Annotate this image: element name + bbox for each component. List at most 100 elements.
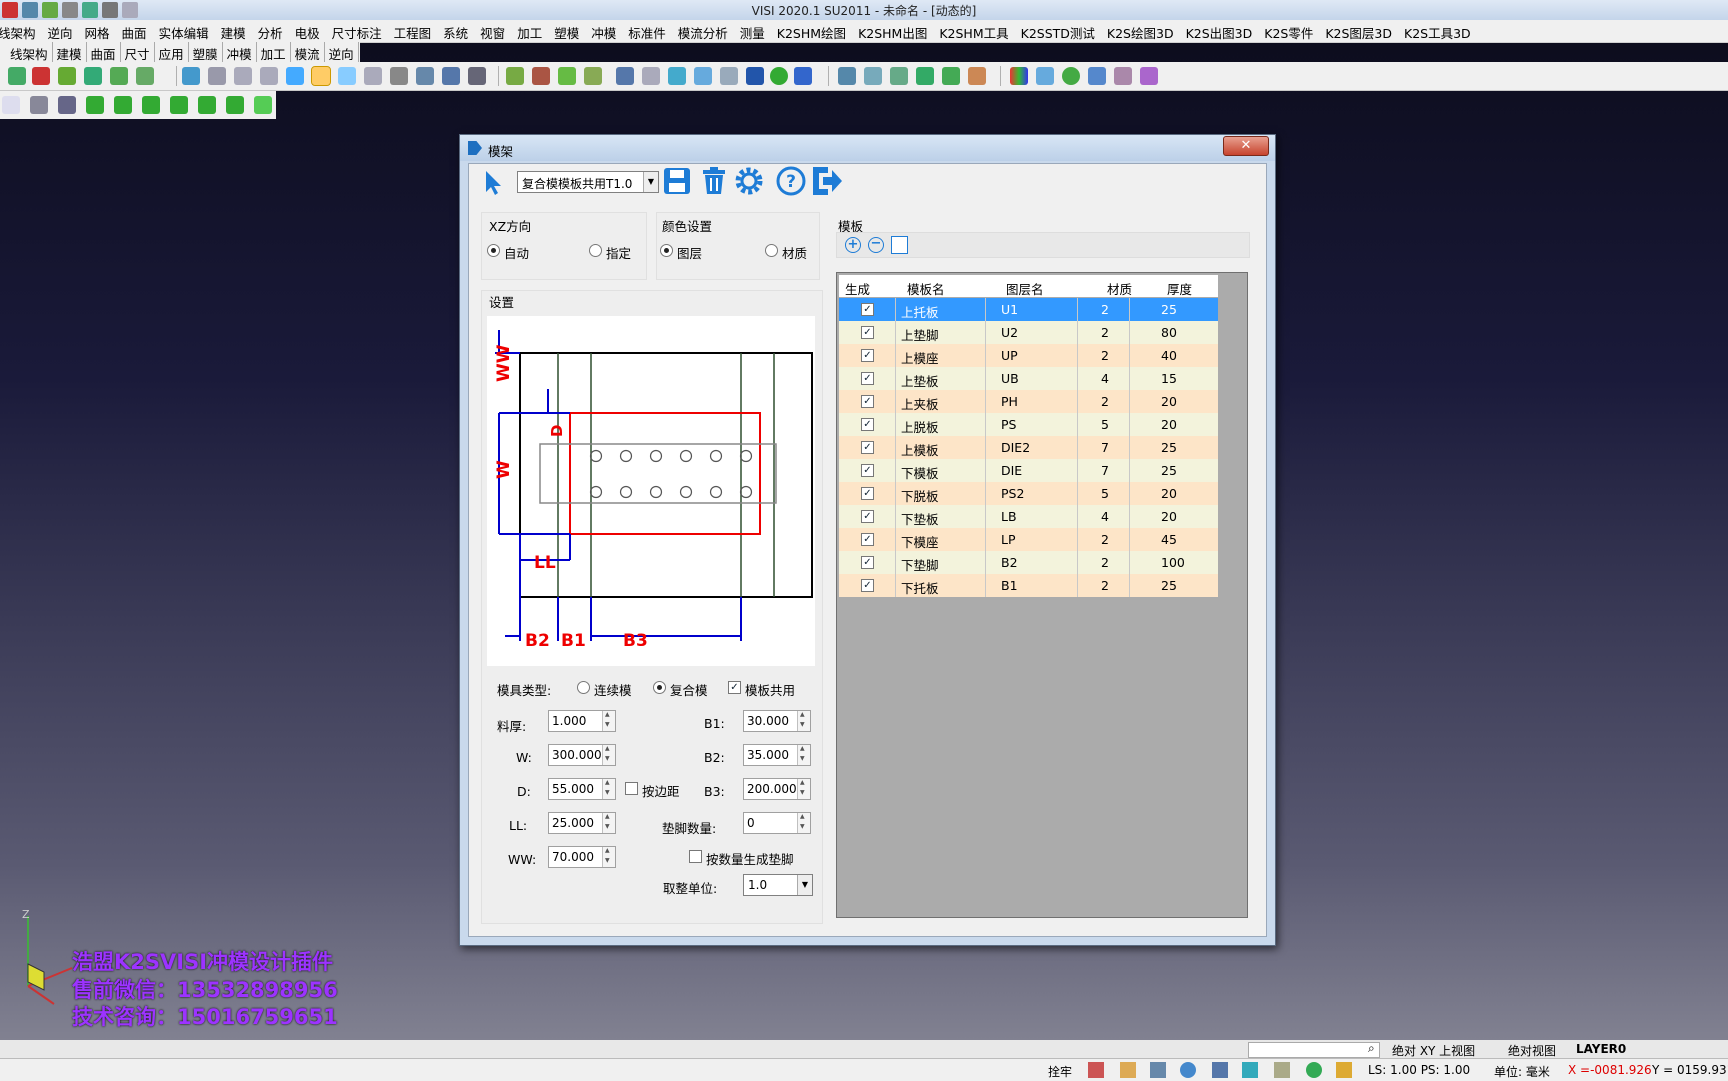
menu-reverse[interactable]: 逆向 xyxy=(42,20,79,42)
table-row[interactable]: ✓ 上托板 U1 2 25 xyxy=(839,298,1218,321)
menu-k2s-output3d[interactable]: K2S出图3D xyxy=(1180,20,1259,42)
tool-icon-38[interactable] xyxy=(1036,67,1054,85)
row-generate-checkbox[interactable]: ✓ xyxy=(861,579,874,592)
tool-icon-22[interactable] xyxy=(584,67,602,85)
row-generate-checkbox[interactable]: ✓ xyxy=(861,464,874,477)
close-button[interactable]: ✕ xyxy=(1223,136,1269,156)
menu-electrode[interactable]: 电极 xyxy=(289,20,326,42)
menu-k2s-layer3d[interactable]: K2S图层3D xyxy=(1319,20,1398,42)
row-generate-checkbox[interactable]: ✓ xyxy=(861,395,874,408)
template-select[interactable]: 复合模模板共用T1.0 ▼ xyxy=(517,171,659,193)
refresh-status-icon[interactable] xyxy=(1306,1062,1322,1078)
menu-system[interactable]: 系统 xyxy=(437,20,474,42)
tool-icon-28[interactable] xyxy=(746,67,764,85)
gear-icon[interactable] xyxy=(734,166,764,196)
cube-icon-5[interactable] xyxy=(198,96,216,114)
row-generate-checkbox[interactable]: ✓ xyxy=(861,418,874,431)
cube-icon-6[interactable] xyxy=(226,96,244,114)
ll-stepper[interactable]: 25.000 xyxy=(548,812,616,834)
thickness-stepper[interactable]: 1.000 xyxy=(548,710,616,732)
view-mode[interactable]: 绝对 XY 上视图 xyxy=(1392,1042,1475,1059)
abs-view[interactable]: 绝对视图 xyxy=(1508,1042,1556,1059)
cube-icon-7[interactable] xyxy=(254,96,272,114)
tool-icon-15[interactable] xyxy=(390,67,408,85)
tool-icon-32[interactable] xyxy=(864,67,882,85)
row-generate-checkbox[interactable]: ✓ xyxy=(861,556,874,569)
tool-icon-11[interactable] xyxy=(286,67,304,85)
cube-status-icon[interactable] xyxy=(1242,1062,1258,1078)
menu-mesh[interactable]: 网格 xyxy=(79,20,116,42)
tool-icon-7[interactable] xyxy=(182,67,200,85)
tool-icon-14[interactable] xyxy=(364,67,382,85)
table-row[interactable]: ✓ 上脱板 PS 5 20 xyxy=(839,413,1218,436)
remove-icon[interactable]: − xyxy=(868,237,884,253)
table-row[interactable]: ✓ 下垫脚 B2 2 100 xyxy=(839,551,1218,574)
row-generate-checkbox[interactable]: ✓ xyxy=(861,510,874,523)
save-icon[interactable] xyxy=(662,166,692,196)
settings-status-icon[interactable] xyxy=(1150,1062,1166,1078)
table-row[interactable]: ✓ 上垫脚 U2 2 80 xyxy=(839,321,1218,344)
tool-icon-3[interactable] xyxy=(58,67,76,85)
tool-icon-1[interactable] xyxy=(8,67,26,85)
table-row[interactable]: ✓ 上夹板 PH 2 20 xyxy=(839,390,1218,413)
menu-drawing[interactable]: 工程图 xyxy=(388,20,438,42)
command-input[interactable] xyxy=(1248,1042,1380,1058)
tool-icon-40[interactable] xyxy=(1088,67,1106,85)
cube-icon-4[interactable] xyxy=(170,96,188,114)
row-generate-checkbox[interactable]: ✓ xyxy=(861,372,874,385)
chevron-down-icon[interactable]: ▼ xyxy=(643,172,658,192)
tool-status-icon[interactable] xyxy=(1120,1062,1136,1078)
tool-icon-19[interactable] xyxy=(506,67,524,85)
menu-analysis[interactable]: 分析 xyxy=(252,20,289,42)
current-layer[interactable]: LAYER0 xyxy=(1576,1042,1626,1056)
menu-measure[interactable]: 测量 xyxy=(734,20,771,42)
ww-stepper[interactable]: 70.000 xyxy=(548,846,616,868)
help-icon[interactable]: ? xyxy=(776,166,806,196)
table-row[interactable]: ✓ 下模板 DIE 7 25 xyxy=(839,459,1218,482)
table-row[interactable]: ✓ 上模板 DIE2 7 25 xyxy=(839,436,1218,459)
checkbox-by-edge[interactable] xyxy=(625,782,638,795)
row-generate-checkbox[interactable]: ✓ xyxy=(861,487,874,500)
menu-k2sstd-test[interactable]: K2SSTD测试 xyxy=(1015,20,1101,42)
list-icon[interactable] xyxy=(891,236,908,254)
row-generate-checkbox[interactable]: ✓ xyxy=(861,533,874,546)
table-row[interactable]: ✓ 上模座 UP 2 40 xyxy=(839,344,1218,367)
tool-icon-41[interactable] xyxy=(1114,67,1132,85)
tool-icon-34[interactable] xyxy=(916,67,934,85)
tool-icon-13[interactable] xyxy=(338,67,356,85)
round-unit-select[interactable]: 1.0 ▼ xyxy=(743,874,813,896)
menu-k2shm-tools[interactable]: K2SHM工具 xyxy=(933,20,1014,42)
table-row[interactable]: ✓ 下垫板 LB 4 20 xyxy=(839,505,1218,528)
tool-icon-9[interactable] xyxy=(234,67,252,85)
tool-icon-42[interactable] xyxy=(1140,67,1158,85)
trash-icon[interactable] xyxy=(700,166,728,196)
menu-view[interactable]: 视窗 xyxy=(474,20,511,42)
menu-k2s-tools3d[interactable]: K2S工具3D xyxy=(1398,20,1477,42)
row-generate-checkbox[interactable]: ✓ xyxy=(861,441,874,454)
tool-icon-10[interactable] xyxy=(260,67,278,85)
b3-stepper[interactable]: 200.000 xyxy=(743,778,811,800)
pad-count-stepper[interactable]: 0 xyxy=(743,812,811,834)
menu-machining[interactable]: 加工 xyxy=(511,20,548,42)
tool-icon-16[interactable] xyxy=(416,67,434,85)
cube-icon-3[interactable] xyxy=(142,96,160,114)
tool-icon-33[interactable] xyxy=(890,67,908,85)
tool-icon-36[interactable] xyxy=(968,67,986,85)
exit-icon[interactable] xyxy=(810,164,844,198)
radio-progressive-die[interactable] xyxy=(577,681,590,694)
menu-flow[interactable]: 模流分析 xyxy=(672,20,734,42)
help-status-icon[interactable] xyxy=(1180,1062,1196,1078)
menu-standard-parts[interactable]: 标准件 xyxy=(622,20,672,42)
table-row[interactable]: ✓ 下脱板 PS2 5 20 xyxy=(839,482,1218,505)
tool-icon-21[interactable] xyxy=(558,67,576,85)
tool-icon-17[interactable] xyxy=(442,67,460,85)
tool-icon-27[interactable] xyxy=(720,67,738,85)
dialog-title-bar[interactable]: 模架 ✕ xyxy=(460,135,1275,161)
row-generate-checkbox[interactable]: ✓ xyxy=(861,326,874,339)
radio-compound-die[interactable] xyxy=(653,681,666,694)
menu-k2s-draw3d[interactable]: K2S绘图3D xyxy=(1101,20,1180,42)
tool-icon-12[interactable] xyxy=(311,66,331,86)
menu-modeling[interactable]: 建模 xyxy=(215,20,252,42)
pointer-icon[interactable] xyxy=(480,168,506,196)
layer-status-icon[interactable] xyxy=(1212,1062,1228,1078)
